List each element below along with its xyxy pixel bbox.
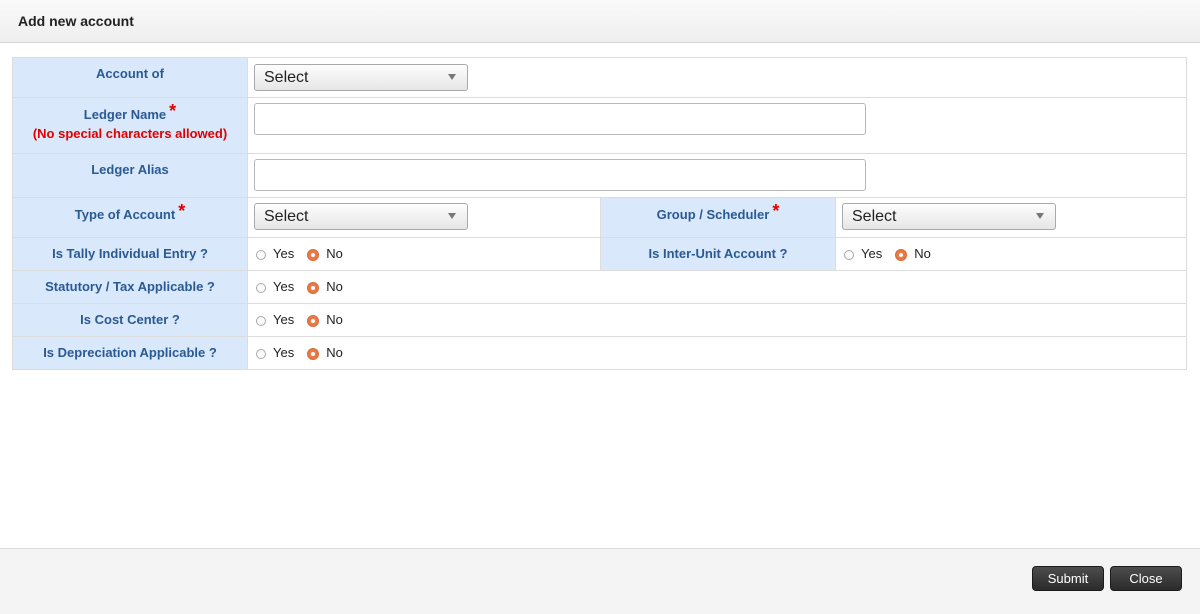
tally-individual-radio-group: Yes No xyxy=(256,246,343,261)
inter-unit-no-radio[interactable] xyxy=(895,248,908,261)
ledger-name-label: Ledger Name xyxy=(83,107,167,122)
type-of-account-label-cell: Type of Account * xyxy=(13,198,248,237)
tally-individual-yes-label[interactable]: Yes xyxy=(273,246,294,261)
depreciation-no-radio[interactable] xyxy=(307,347,320,360)
dialog-header: Add new account xyxy=(0,0,1200,43)
inter-unit-yes-radio[interactable] xyxy=(844,249,854,260)
tally-individual-no-radio[interactable] xyxy=(307,248,320,261)
ledger-name-label-cell: Ledger Name * (No special characters allo… xyxy=(13,98,248,153)
account-of-select-value: Select xyxy=(264,69,309,86)
account-of-label-cell: Account of xyxy=(13,58,248,97)
depreciation-yes-label[interactable]: Yes xyxy=(273,345,294,360)
type-of-account-label: Type of Account xyxy=(74,207,176,222)
statutory-tax-yes-radio[interactable] xyxy=(256,282,266,293)
cost-center-no-radio[interactable] xyxy=(307,314,320,327)
group-scheduler-label: Group / Scheduler xyxy=(656,207,770,222)
depreciation-label: Is Depreciation Applicable ? xyxy=(43,345,217,360)
depreciation-label-cell: Is Depreciation Applicable ? xyxy=(13,337,248,369)
inter-unit-label-cell: Is Inter-Unit Account ? xyxy=(600,238,836,270)
required-asterisk: * xyxy=(772,201,780,221)
statutory-tax-yes-label[interactable]: Yes xyxy=(273,279,294,294)
tally-individual-label: Is Tally Individual Entry ? xyxy=(52,246,208,261)
tally-individual-label-cell: Is Tally Individual Entry ? xyxy=(13,238,248,270)
statutory-tax-no-label[interactable]: No xyxy=(326,279,343,294)
row-cost-center: Is Cost Center ? Yes No xyxy=(13,304,1186,337)
ledger-alias-label-cell: Ledger Alias xyxy=(13,154,248,197)
statutory-tax-label-cell: Statutory / Tax Applicable ? xyxy=(13,271,248,303)
statutory-tax-label: Statutory / Tax Applicable ? xyxy=(45,279,215,294)
statutory-tax-no-radio[interactable] xyxy=(307,281,320,294)
row-depreciation: Is Depreciation Applicable ? Yes No xyxy=(13,337,1186,369)
type-of-account-select-value: Select xyxy=(264,208,309,225)
cost-center-yes-label[interactable]: Yes xyxy=(273,312,294,327)
chevron-down-icon xyxy=(448,213,456,219)
required-asterisk: * xyxy=(169,101,177,121)
tally-individual-yes-radio[interactable] xyxy=(256,249,266,260)
account-of-label: Account of xyxy=(96,66,164,81)
depreciation-radio-group: Yes No xyxy=(256,345,343,360)
required-asterisk: * xyxy=(178,201,186,221)
group-scheduler-label-cell: Group / Scheduler * xyxy=(600,198,836,237)
close-button[interactable]: Close xyxy=(1110,566,1182,591)
depreciation-no-label[interactable]: No xyxy=(326,345,343,360)
type-of-account-select[interactable]: Select xyxy=(254,203,468,230)
chevron-down-icon xyxy=(1036,213,1044,219)
dialog-title: Add new account xyxy=(18,13,134,29)
chevron-down-icon xyxy=(448,74,456,80)
account-form: Account of Select Ledger Name * (No speci… xyxy=(12,57,1187,370)
row-account-of: Account of Select xyxy=(13,58,1186,98)
group-scheduler-select[interactable]: Select xyxy=(842,203,1056,230)
inter-unit-radio-group: Yes No xyxy=(844,246,931,261)
group-scheduler-select-value: Select xyxy=(852,208,897,225)
ledger-alias-input[interactable] xyxy=(254,159,866,191)
row-ledger-name: Ledger Name * (No special characters allo… xyxy=(13,98,1186,154)
inter-unit-label: Is Inter-Unit Account ? xyxy=(648,246,788,261)
account-of-select[interactable]: Select xyxy=(254,64,468,91)
inter-unit-yes-label[interactable]: Yes xyxy=(861,246,882,261)
row-type-of-account: Type of Account * Select Group / Schedule… xyxy=(13,198,1186,238)
row-tally-inter-unit: Is Tally Individual Entry ? Yes No Is In… xyxy=(13,238,1186,271)
inter-unit-no-label[interactable]: No xyxy=(914,246,931,261)
statutory-tax-radio-group: Yes No xyxy=(256,279,343,294)
depreciation-yes-radio[interactable] xyxy=(256,348,266,359)
ledger-name-note: (No special characters allowed) xyxy=(32,126,228,141)
submit-button[interactable]: Submit xyxy=(1032,566,1104,591)
cost-center-no-label[interactable]: No xyxy=(326,312,343,327)
cost-center-label-cell: Is Cost Center ? xyxy=(13,304,248,336)
row-statutory-tax: Statutory / Tax Applicable ? Yes No xyxy=(13,271,1186,304)
ledger-alias-label: Ledger Alias xyxy=(91,162,169,177)
dialog-footer: Submit Close xyxy=(0,548,1200,614)
tally-individual-no-label[interactable]: No xyxy=(326,246,343,261)
cost-center-yes-radio[interactable] xyxy=(256,315,266,326)
cost-center-radio-group: Yes No xyxy=(256,312,343,327)
ledger-name-input[interactable] xyxy=(254,103,866,135)
cost-center-label: Is Cost Center ? xyxy=(80,312,180,327)
row-ledger-alias: Ledger Alias xyxy=(13,154,1186,198)
